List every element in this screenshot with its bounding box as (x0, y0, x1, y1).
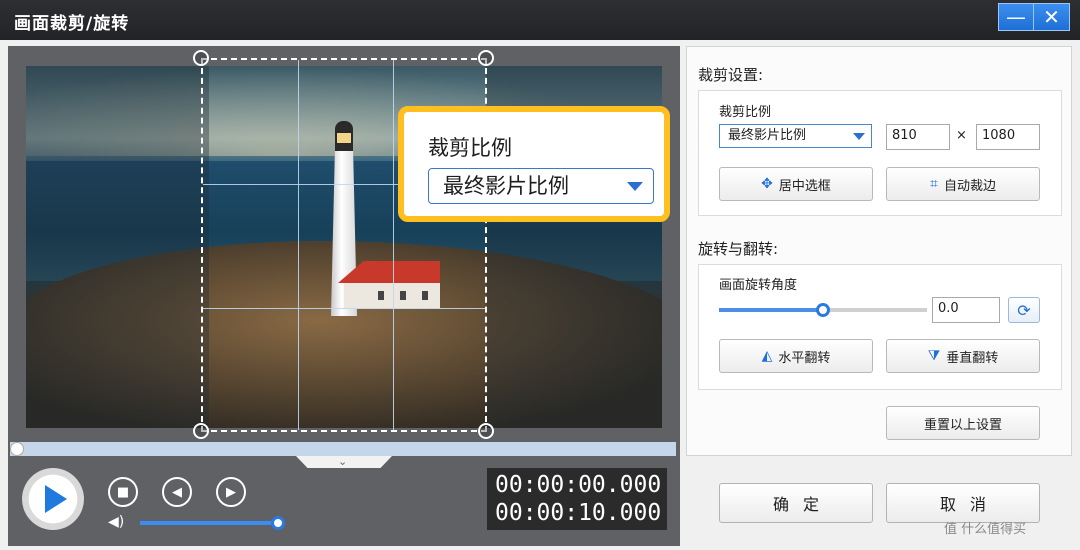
play-button[interactable] (22, 468, 84, 530)
total-time: 00:00:10.000 (495, 500, 662, 526)
flip-vertical-icon: ⧩ (927, 348, 941, 364)
speaker-icon[interactable]: ◀) (108, 514, 124, 530)
crop-icon: ⌗ (930, 176, 938, 192)
crop-section-title: 裁剪设置: (698, 66, 764, 84)
center-frame-icon: ✥ (761, 176, 773, 192)
flip-horizontal-label: 水平翻转 (778, 350, 831, 366)
crop-handle-bottom-right[interactable] (478, 423, 494, 439)
ok-button[interactable]: 确定 (719, 483, 873, 523)
rotate-slider-knob[interactable] (816, 303, 830, 317)
rotate-icon[interactable]: ⟳ (1008, 297, 1040, 323)
current-time: 00:00:00.000 (495, 472, 662, 498)
timeline-thumb[interactable] (10, 442, 24, 456)
crop-handle-bottom-left[interactable] (193, 423, 209, 439)
title-bar: 画面裁剪/旋转 — ✕ (0, 0, 1080, 40)
volume-slider[interactable] (140, 521, 282, 525)
crop-height-input[interactable]: 1080 (976, 124, 1040, 150)
watermark: 值 什么值得买 (944, 522, 1027, 537)
flip-horizontal-icon: ◭ (761, 348, 773, 364)
crop-width-input[interactable]: 810 (886, 124, 950, 150)
flip-vertical-button[interactable]: ⧩ 垂直翻转 (886, 339, 1040, 373)
auto-trim-button[interactable]: ⌗ 自动裁边 (886, 167, 1040, 201)
window-controls: — ✕ (998, 3, 1070, 31)
chevron-down-icon[interactable]: ⌄ (338, 455, 347, 468)
times-symbol: × (956, 128, 967, 143)
grid-line (203, 308, 485, 309)
next-frame-button[interactable]: ▶ (216, 477, 246, 507)
time-display: 00:00:00.000 00:00:10.000 (487, 468, 667, 530)
crop-mask-left (26, 66, 209, 428)
rotate-angle-input[interactable]: 0.0 (932, 297, 1000, 323)
callout-select-value: 最终影片比例 (443, 174, 569, 198)
auto-trim-label: 自动裁边 (943, 178, 996, 194)
rotate-slider-fill (719, 308, 823, 312)
minimize-button[interactable]: — (998, 3, 1034, 31)
center-crop-label: 居中选框 (778, 178, 831, 194)
crop-ratio-value: 最终影片比例 (728, 128, 807, 143)
timeline-bar[interactable] (10, 442, 676, 456)
stop-button[interactable]: ■ (108, 477, 138, 507)
volume-knob[interactable] (270, 516, 285, 530)
close-button[interactable]: ✕ (1034, 3, 1070, 31)
rotate-angle-label: 画面旋转角度 (719, 278, 798, 293)
reset-settings-button[interactable]: 重置以上设置 (886, 406, 1040, 440)
previous-frame-button[interactable]: ◀ (162, 477, 192, 507)
crop-ratio-label: 裁剪比例 (719, 105, 772, 120)
grid-line (298, 60, 299, 430)
window-title: 画面裁剪/旋转 (14, 14, 130, 34)
flip-horizontal-button[interactable]: ◭ 水平翻转 (719, 339, 873, 373)
grid-line (393, 60, 394, 430)
crop-ratio-select[interactable]: 最终影片比例 (719, 124, 872, 148)
volume-fill (140, 521, 278, 525)
callout-label: 裁剪比例 (428, 136, 512, 160)
callout-ratio-select: 最终影片比例 (428, 168, 654, 204)
chevron-down-icon (853, 133, 865, 140)
center-crop-button[interactable]: ✥ 居中选框 (719, 167, 873, 201)
rotate-section-title: 旋转与翻转: (698, 240, 779, 258)
callout-zoom: 裁剪比例 最终影片比例 (398, 106, 670, 222)
cancel-button[interactable]: 取消 (886, 483, 1040, 523)
play-icon (45, 485, 67, 513)
crop-handle-top-right[interactable] (478, 50, 494, 66)
crop-handle-top-left[interactable] (193, 50, 209, 66)
chevron-down-icon (627, 182, 643, 191)
flip-vertical-label: 垂直翻转 (946, 350, 999, 366)
